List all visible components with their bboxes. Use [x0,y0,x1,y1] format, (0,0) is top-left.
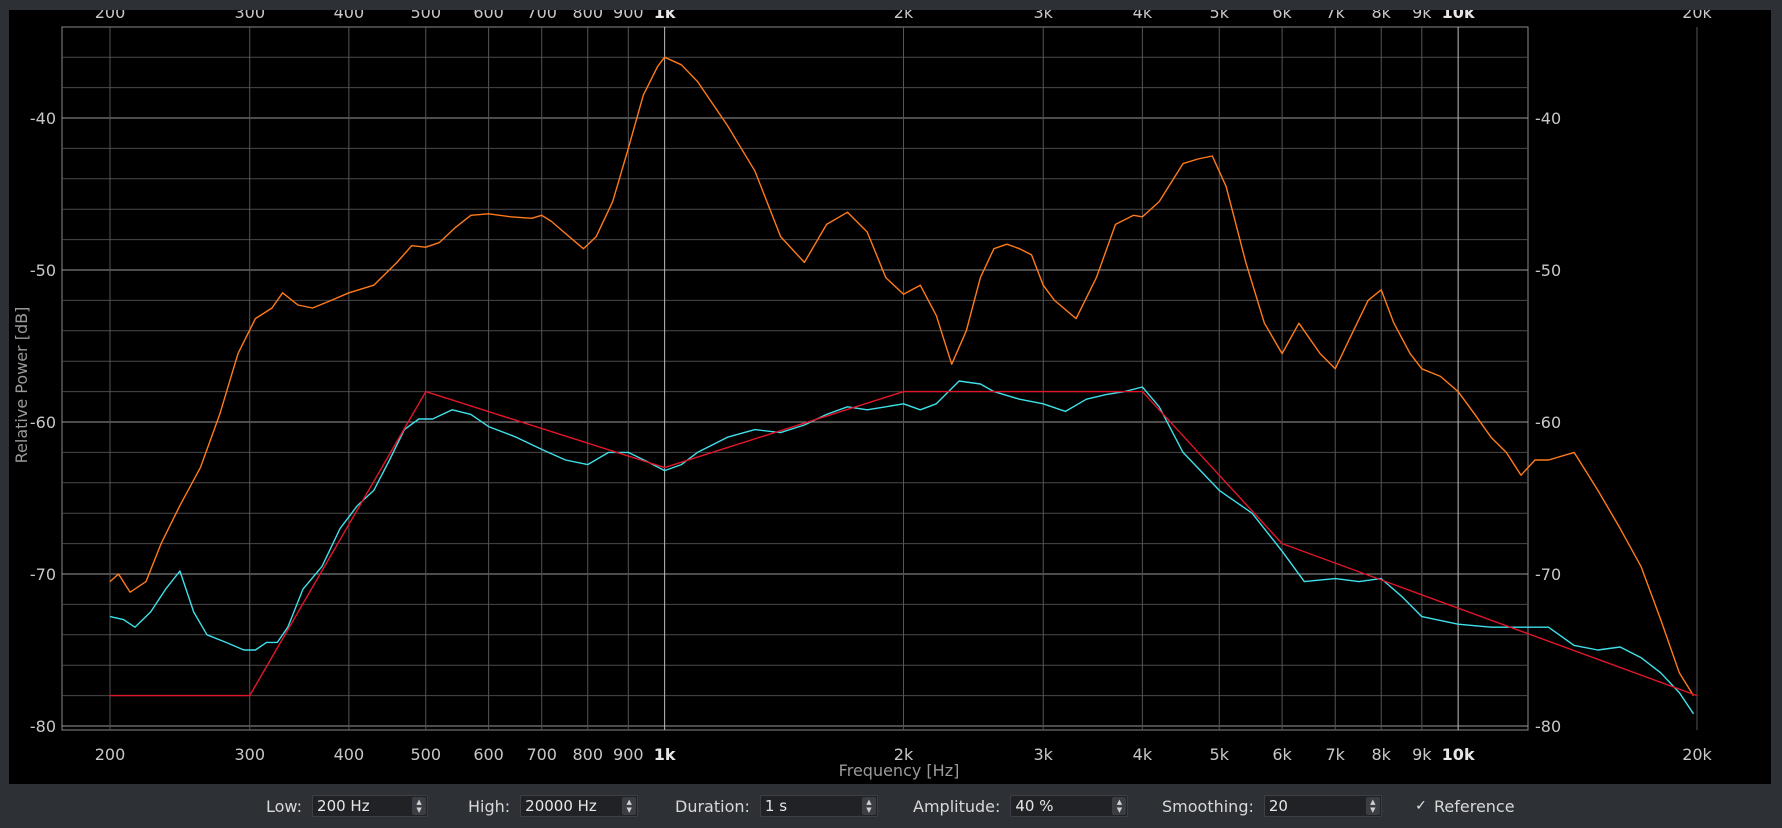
x-tick-label-bottom: 300 [234,745,265,764]
x-tick-label-top: 300 [234,10,265,22]
amplitude-input[interactable] [1011,796,1110,816]
x-tick-label-top: 8k [1372,10,1392,22]
spectrum-plot: 200 200 300 300 400 400 500 500 600 600 700 700 800 8… [9,10,1771,784]
tick-labels: 200 200 300 300 400 400 500 500 600 600 700 700 800 8… [30,10,1713,764]
reference-toggle[interactable]: ✓ Reference [1414,794,1515,818]
step-down-icon[interactable]: ▼ [1117,806,1122,814]
duration-control: Duration: ▲ ▼ [675,794,878,818]
amplitude-control: Amplitude: ▲ ▼ [913,794,1129,818]
y-tick-label-right: -70 [1535,565,1561,584]
x-tick-label-top: 2k [894,10,914,22]
x-tick-label-bottom: 9k [1412,745,1432,764]
amplitude-label: Amplitude: [913,796,1001,816]
x-tick-label-bottom: 6k [1272,745,1292,764]
reference-checkbox[interactable]: ✓ [1414,799,1428,813]
x-tick-label-top: 10k [1442,10,1475,22]
x-tick-label-bottom: 4k [1133,745,1153,764]
step-down-icon[interactable]: ▼ [416,806,421,814]
x-tick-label-top: 500 [410,10,441,22]
y-tick-label-right: -40 [1535,109,1561,128]
step-down-icon[interactable]: ▼ [866,806,871,814]
x-tick-label-top: 6k [1272,10,1292,22]
high-label: High: [468,796,511,816]
x-tick-label-bottom: 7k [1325,745,1345,764]
x-tick-label-top: 7k [1325,10,1345,22]
duration-label: Duration: [675,796,750,816]
x-axis-title: Frequency [Hz] [839,761,960,780]
step-up-icon[interactable]: ▲ [1370,798,1375,806]
x-tick-label-bottom: 900 [613,745,644,764]
smoothing-control: Smoothing: ▲ ▼ [1162,794,1382,818]
high-control: High: ▲ ▼ [468,794,639,818]
step-down-icon[interactable]: ▼ [626,806,631,814]
control-bar: Low: ▲ ▼ High: ▲ ▼ Duration: ▲ ▼ [0,784,1782,828]
step-up-icon[interactable]: ▲ [1117,798,1122,806]
x-tick-label-bottom: 700 [526,745,557,764]
y-tick-label-left: -40 [30,109,56,128]
x-tick-label-top: 1k [654,10,676,22]
y-tick-label-right: -50 [1535,261,1561,280]
y-tick-label-left: -70 [30,565,56,584]
low-input[interactable] [313,796,410,816]
x-tick-label-top: 3k [1034,10,1054,22]
amplitude-stepper[interactable]: ▲ ▼ [1112,797,1127,815]
x-tick-label-top: 900 [613,10,644,22]
smoothing-spinbox[interactable]: ▲ ▼ [1263,795,1382,817]
y-tick-label-left: -50 [30,261,56,280]
y-tick-label-right: -60 [1535,413,1561,432]
smoothed-spectrum-line [109,380,1695,715]
x-tick-label-bottom: 1k [654,745,676,764]
y-tick-label-right: -80 [1535,717,1561,736]
x-tick-label-top: 20k [1682,10,1712,22]
smoothing-label: Smoothing: [1162,796,1254,816]
x-tick-label-bottom: 5k [1210,745,1230,764]
high-spinbox[interactable]: ▲ ▼ [520,795,639,817]
low-control: Low: ▲ ▼ [266,794,429,818]
smoothing-input[interactable] [1264,796,1363,816]
x-tick-label-top: 400 [334,10,365,22]
duration-input[interactable] [760,796,859,816]
x-tick-label-top: 800 [572,10,603,22]
y-tick-label-left: -60 [30,413,56,432]
high-stepper[interactable]: ▲ ▼ [622,797,637,815]
x-tick-label-top: 5k [1210,10,1230,22]
x-tick-label-top: 700 [526,10,557,22]
x-tick-label-top: 4k [1133,10,1153,22]
x-tick-label-bottom: 200 [95,745,126,764]
reference-label: Reference [1434,796,1515,816]
grid [61,26,1698,731]
smoothing-stepper[interactable]: ▲ ▼ [1365,797,1380,815]
amplitude-spinbox[interactable]: ▲ ▼ [1010,795,1129,817]
duration-stepper[interactable]: ▲ ▼ [861,797,876,815]
low-spinbox[interactable]: ▲ ▼ [312,795,429,817]
x-tick-label-bottom: 8k [1372,745,1392,764]
x-tick-label-top: 600 [473,10,504,22]
high-input[interactable] [521,796,620,816]
x-tick-label-bottom: 10k [1442,745,1475,764]
x-tick-label-bottom: 400 [334,745,365,764]
x-tick-label-bottom: 600 [473,745,504,764]
step-down-icon[interactable]: ▼ [1370,806,1375,814]
duration-spinbox[interactable]: ▲ ▼ [759,795,878,817]
x-tick-label-top: 200 [95,10,126,22]
spectrum-chart: 200 200 300 300 400 400 500 500 600 600 700 700 800 8… [12,10,1713,780]
x-tick-label-top: 9k [1412,10,1432,22]
low-label: Low: [266,796,303,816]
low-stepper[interactable]: ▲ ▼ [412,797,427,815]
step-up-icon[interactable]: ▲ [866,798,871,806]
x-tick-label-bottom: 500 [410,745,441,764]
x-tick-label-bottom: 3k [1034,745,1054,764]
step-up-icon[interactable]: ▲ [416,798,421,806]
measured-spectrum-line [109,56,1695,696]
x-tick-label-bottom: 20k [1682,745,1712,764]
y-tick-label-left: -80 [30,717,56,736]
plot-border [61,26,1529,731]
step-up-icon[interactable]: ▲ [626,798,631,806]
x-tick-label-bottom: 800 [572,745,603,764]
y-axis-title: Relative Power [dB] [12,307,31,464]
